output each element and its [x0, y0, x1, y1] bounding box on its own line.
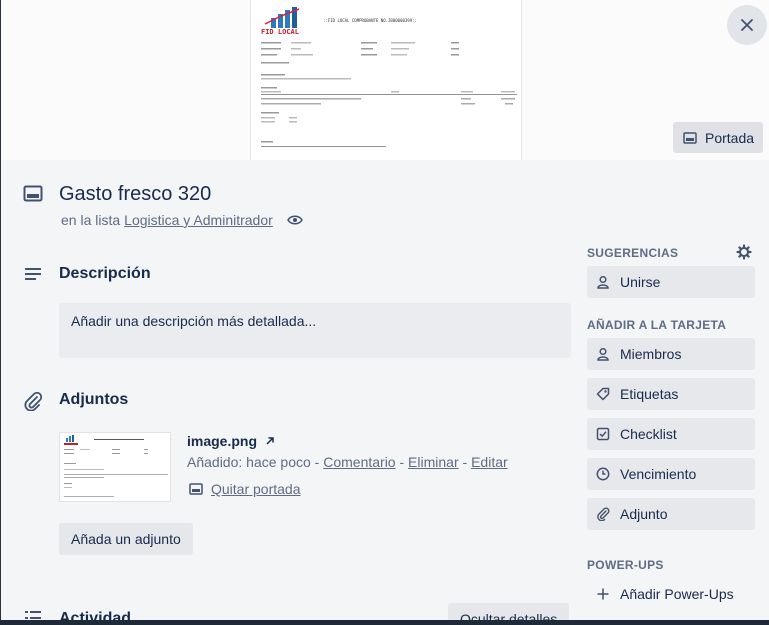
card-icon	[683, 131, 697, 144]
due-date-button[interactable]: Vencimiento	[587, 458, 755, 490]
add-attachment-button[interactable]: Añada un adjunto	[59, 523, 193, 555]
plus-icon	[596, 587, 610, 601]
cover-image[interactable]: FID LOCAL ::FID LOCAL COMPROBANTE NO.JB0…	[250, 0, 522, 160]
attachment-edit-link[interactable]: Editar	[471, 454, 508, 470]
attachment-item: image.png	[187, 433, 275, 449]
cover-button-label: Portada	[705, 129, 755, 146]
description-icon	[23, 266, 43, 282]
cover-button[interactable]: Portada	[673, 122, 763, 153]
checklist-button[interactable]: Checklist	[587, 418, 755, 450]
card-icon	[189, 483, 203, 495]
attachment-meta: Añadido: hace poco - Comentario - Elimin…	[187, 454, 508, 470]
external-link-icon[interactable]	[265, 436, 275, 446]
cover-logo-text: FID LOCAL	[261, 28, 299, 36]
page-background-strip	[0, 620, 769, 625]
attachment-name[interactable]: image.png	[187, 433, 257, 449]
suggestions-heading: SUGERENCIAS	[587, 246, 679, 260]
paperclip-icon	[23, 391, 43, 411]
card-icon	[23, 185, 43, 203]
clock-icon	[596, 467, 610, 481]
remove-cover-action[interactable]: Quitar portada	[189, 481, 301, 497]
card-cover: FID LOCAL ::FID LOCAL COMPROBANTE NO.JB0…	[1, 0, 769, 160]
checkbox-icon	[596, 427, 610, 441]
join-button[interactable]: Unirse	[587, 266, 755, 298]
attachments-heading: Adjuntos	[59, 391, 129, 408]
remove-cover-label[interactable]: Quitar portada	[211, 481, 301, 497]
members-button[interactable]: Miembros	[587, 338, 755, 370]
paperclip-icon	[596, 507, 610, 521]
tag-icon	[596, 387, 610, 401]
attachment-label: Adjunto	[620, 506, 668, 522]
close-icon	[739, 17, 755, 33]
cover-header-line: ::FID LOCAL COMPROBANTE NO.JB00000399::	[323, 18, 417, 23]
add-powerups-label: Añadir Power-Ups	[620, 586, 734, 602]
attachment-thumbnail[interactable]	[59, 432, 171, 502]
attachment-button[interactable]: Adjunto	[587, 498, 755, 530]
card-title[interactable]: Gasto fresco 320	[59, 183, 211, 206]
activity-heading: Actividad	[59, 610, 132, 620]
attachment-added: Añadido: hace poco	[187, 454, 311, 470]
checklist-label: Checklist	[620, 426, 677, 442]
gear-icon[interactable]	[736, 244, 752, 260]
add-to-card-heading: AÑADIR A LA TARJETA	[587, 318, 727, 332]
card-detail-modal: FID LOCAL ::FID LOCAL COMPROBANTE NO.JB0…	[1, 0, 769, 620]
attachment-delete-link[interactable]: Eliminar	[408, 454, 459, 470]
close-button[interactable]	[727, 5, 767, 45]
labels-label: Etiquetas	[620, 386, 679, 402]
description-editor[interactable]: Añadir una descripción más detallada...	[59, 303, 571, 358]
list-link[interactable]: Logistica y Adminitrador	[124, 212, 273, 228]
person-icon	[596, 275, 610, 289]
description-heading: Descripción	[59, 265, 151, 282]
activity-icon	[23, 609, 43, 620]
members-label: Miembros	[620, 346, 682, 362]
due-date-label: Vencimiento	[620, 466, 697, 482]
eye-icon[interactable]	[286, 214, 303, 226]
card-list-info: en la lista Logistica y Adminitrador	[61, 212, 303, 228]
labels-button[interactable]: Etiquetas	[587, 378, 755, 410]
hide-details-button[interactable]: Ocultar detalles	[448, 603, 569, 620]
powerups-heading: POWER-UPS	[587, 558, 664, 572]
person-icon	[596, 347, 610, 361]
attachment-comment-link[interactable]: Comentario	[323, 454, 395, 470]
add-powerups-button[interactable]: Añadir Power-Ups	[587, 578, 755, 610]
list-prefix: en la lista	[61, 212, 121, 228]
join-label: Unirse	[620, 274, 661, 290]
